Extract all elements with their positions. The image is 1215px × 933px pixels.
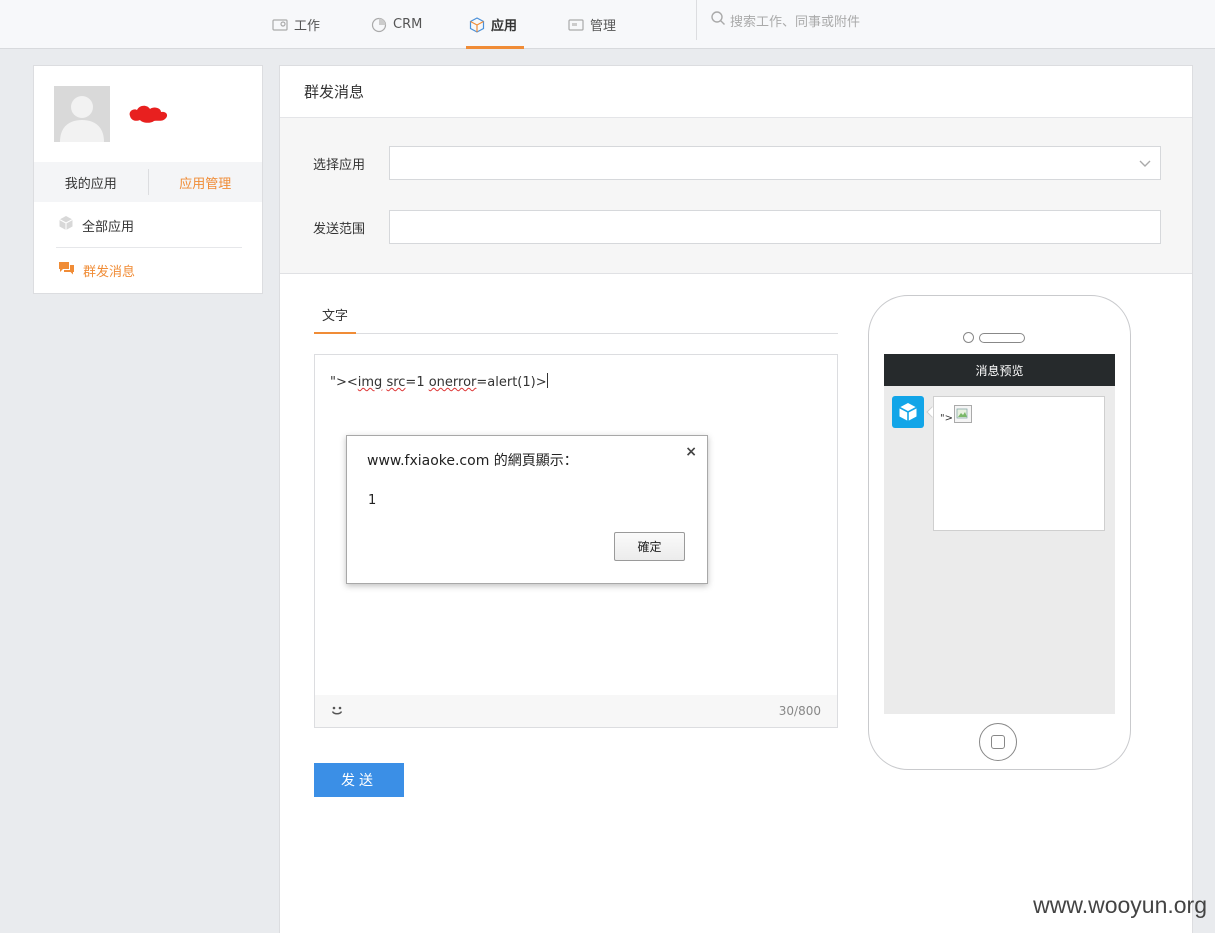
text-caret — [546, 373, 548, 388]
chat-icon — [58, 261, 75, 280]
close-icon[interactable]: × — [685, 444, 697, 460]
nav-label-manage: 管理 — [590, 19, 617, 34]
redacted-username — [126, 102, 170, 124]
app-cube-icon — [892, 396, 924, 428]
editor-text-segment: img — [357, 375, 383, 390]
app-cube-icon — [469, 16, 485, 33]
select-app-dropdown[interactable] — [389, 146, 1161, 180]
page-title: 群发消息 — [304, 82, 365, 101]
phone-camera — [963, 332, 974, 343]
dialog-message: 1 — [368, 493, 377, 508]
preview-title: 消息预览 — [884, 354, 1115, 386]
form-area: 选择应用 发送范围 — [280, 117, 1192, 274]
nav-divider — [696, 0, 697, 40]
sidebar-item-broadcast[interactable]: 群发消息 — [58, 248, 242, 292]
sidebar-tabs: 我的应用 应用管理 — [34, 162, 262, 202]
tab-app-management[interactable]: 应用管理 — [149, 162, 263, 202]
editor-text-segment: ">< — [330, 375, 358, 390]
editor-footer: 30/800 — [315, 695, 837, 727]
nav-item-work[interactable]: 工作 — [272, 0, 320, 49]
phone-screen: 消息预览 "> — [884, 354, 1115, 714]
tab-text[interactable]: 文字 — [314, 294, 356, 334]
search-box[interactable]: 搜索工作、同事或附件 — [710, 0, 860, 40]
top-nav: 工作 CRM 应用 管理 搜索工作、同事或附件 — [0, 0, 1215, 49]
nav-label-app: 应用 — [491, 19, 518, 34]
work-icon — [272, 17, 288, 33]
message-bubble: "> — [933, 396, 1105, 531]
select-app-label: 选择应用 — [313, 158, 366, 173]
alert-dialog: www.fxiaoke.com 的網頁顯示： × 1 確定 — [346, 435, 708, 584]
bubble-content: "> — [940, 405, 972, 427]
manage-icon — [568, 17, 584, 33]
nav-label-crm: CRM — [393, 17, 423, 32]
broken-image-icon — [953, 405, 972, 423]
ok-button[interactable]: 確定 — [614, 532, 685, 561]
tab-my-apps[interactable]: 我的应用 — [34, 162, 148, 202]
editor-text-segment: src — [386, 375, 406, 390]
content-tabs: 文字 — [314, 294, 838, 334]
nav-label-work: 工作 — [294, 19, 321, 34]
scope-label: 发送范围 — [313, 222, 366, 237]
sidebar-item-label: 全部应用 — [82, 219, 135, 235]
cube-icon — [58, 215, 74, 235]
search-icon — [710, 10, 726, 30]
search-input[interactable]: 搜索工作、同事或附件 — [730, 11, 860, 30]
emoji-icon[interactable] — [329, 702, 345, 722]
avatar[interactable] — [54, 86, 110, 142]
chevron-down-icon — [1138, 156, 1152, 174]
bubble-text: "> — [940, 412, 953, 424]
crm-icon — [371, 17, 387, 33]
sidebar-item-all-apps[interactable]: 全部应用 — [58, 203, 242, 247]
phone-preview: 消息预览 "> — [868, 295, 1131, 770]
nav-active-indicator — [466, 46, 524, 49]
nav-item-app[interactable]: 应用 — [469, 0, 517, 49]
editor-text-segment: =alert(1)> — [476, 375, 547, 390]
dialog-title: www.fxiaoke.com 的網頁顯示： — [367, 453, 578, 469]
nav-item-manage[interactable]: 管理 — [568, 0, 616, 49]
nav-item-crm[interactable]: CRM — [371, 0, 422, 49]
scope-input[interactable] — [389, 210, 1161, 244]
sidebar: 我的应用 应用管理 全部应用 群发消息 — [33, 65, 263, 294]
editor-text-segment: =1 — [405, 375, 429, 390]
char-counter: 30/800 — [778, 704, 821, 718]
phone-speaker — [979, 333, 1025, 343]
tab-active-indicator — [314, 332, 356, 334]
editor-content[interactable]: "><img src=1 onerror=alert(1)> — [330, 373, 548, 390]
watermark: www.wooyun.org — [1033, 892, 1207, 918]
send-button[interactable]: 发送 — [314, 763, 404, 797]
editor-text-segment: onerror — [428, 375, 477, 390]
sidebar-item-label: 群发消息 — [83, 264, 136, 280]
home-square — [991, 735, 1005, 749]
phone-home-button — [979, 723, 1017, 761]
